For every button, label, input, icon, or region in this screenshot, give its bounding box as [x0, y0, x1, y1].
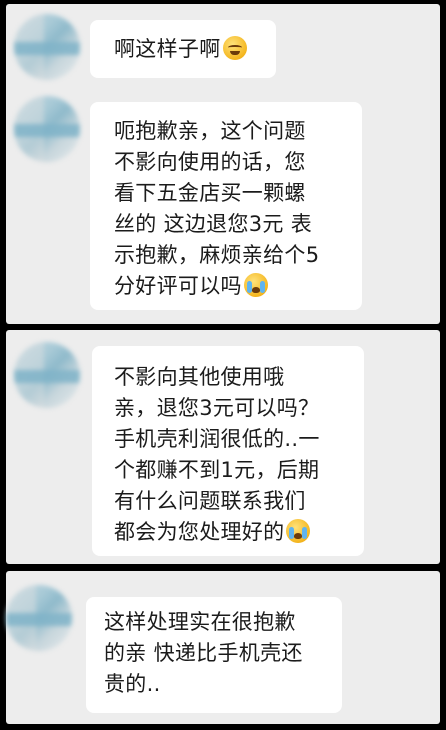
- crying-face-emoji-icon: [243, 273, 268, 297]
- message-line: 啊这样子啊: [114, 34, 276, 65]
- message-line: 都会为您处理好的: [114, 517, 364, 548]
- message-bubble[interactable]: 不影向其他使用哦 亲，退您3元可以吗？ 手机壳利润很低的..一 个都赚不到1元，…: [92, 346, 364, 556]
- avatar[interactable]: [14, 342, 80, 408]
- sweat-face-emoji-icon: [222, 36, 247, 60]
- chat-panel-1: 啊这样子啊 呃抱歉亲，这个问题 不影向使用的话，您 看下五金店买一颗螺 丝的 这…: [6, 4, 440, 324]
- avatar[interactable]: [14, 96, 80, 162]
- crying-face-emoji-icon: [286, 519, 311, 543]
- message-line: 呃抱歉亲，这个问题: [114, 119, 306, 143]
- avatar-blur: [14, 41, 80, 55]
- avatar-blur: [6, 612, 72, 626]
- message-line: 贵的..: [104, 672, 161, 696]
- message-bubble[interactable]: 这样处理实在很抱歉 的亲 快递比手机壳还 贵的..: [86, 597, 342, 713]
- message-line: 不影向其他使用哦: [114, 365, 285, 389]
- message-line: 示抱歉，麻烦亲给个5: [114, 243, 320, 267]
- message-line: 的亲 快递比手机壳还: [104, 641, 303, 665]
- message-line: 不影向使用的话，您: [114, 150, 306, 174]
- avatar[interactable]: [6, 585, 72, 651]
- message-bubble[interactable]: 呃抱歉亲，这个问题 不影向使用的话，您 看下五金店买一颗螺 丝的 这边退您3元 …: [90, 102, 362, 310]
- message-bubble[interactable]: 啊这样子啊: [90, 20, 276, 78]
- avatar[interactable]: [14, 14, 80, 80]
- message-line: 分好评可以吗: [114, 271, 362, 302]
- avatar-blur: [14, 123, 80, 137]
- avatar-blur: [14, 369, 80, 383]
- chat-panel-3: 这样处理实在很抱歉 的亲 快递比手机壳还 贵的..: [6, 571, 440, 724]
- message-line: 这样处理实在很抱歉: [104, 610, 296, 634]
- message-line: 手机壳利润很低的..一: [114, 427, 320, 451]
- message-line: 丝的 这边退您3元 表: [114, 212, 313, 236]
- message-line: 有什么问题联系我们: [114, 489, 306, 513]
- chat-panel-2: 不影向其他使用哦 亲，退您3元可以吗？ 手机壳利润很低的..一 个都赚不到1元，…: [6, 330, 440, 564]
- message-line: 亲，退您3元可以吗？: [114, 396, 320, 420]
- message-line: 个都赚不到1元，后期: [114, 458, 320, 482]
- message-line: 看下五金店买一颗螺: [114, 181, 306, 205]
